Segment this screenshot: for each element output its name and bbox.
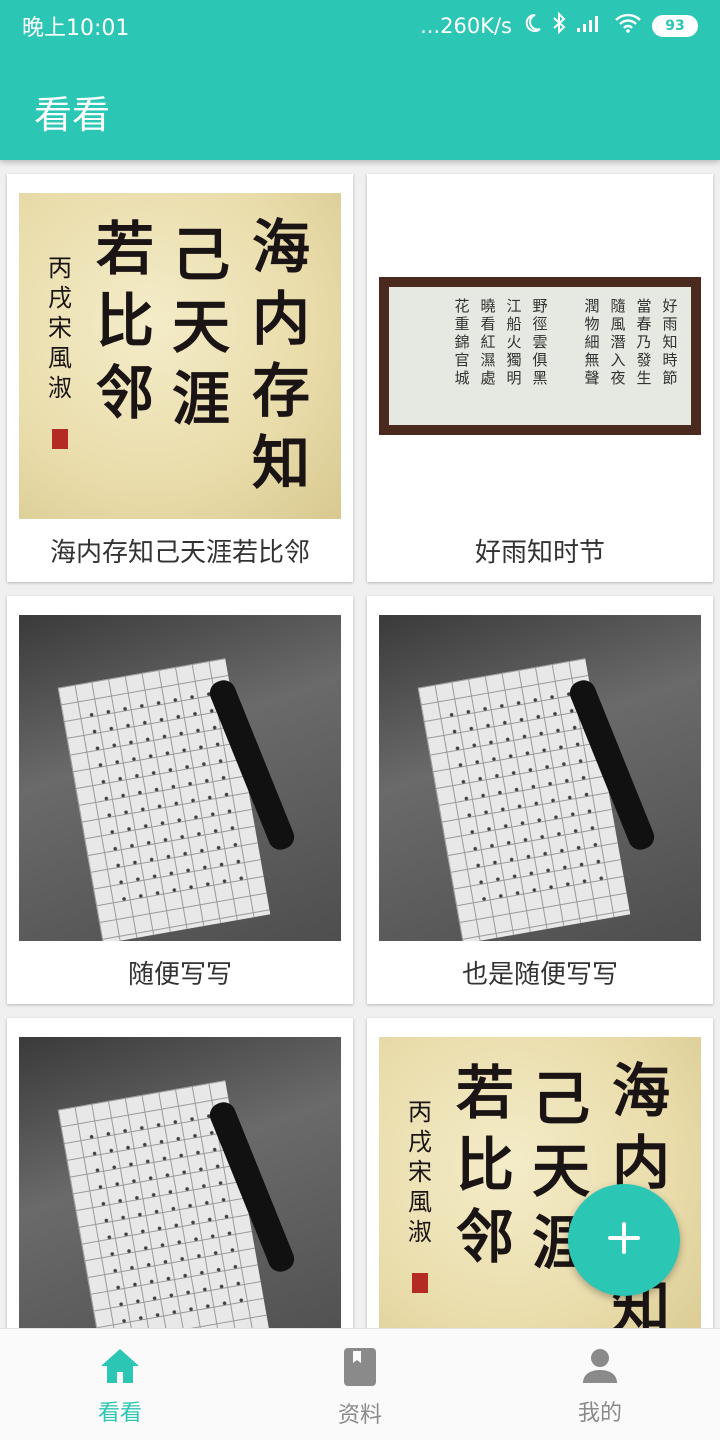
calligraphy-column: 己天涯 <box>171 221 230 433</box>
copybook-photo <box>19 615 341 941</box>
copybook-photo <box>19 1037 341 1328</box>
post-thumbnail[interactable] <box>379 615 701 941</box>
post-caption: 海内存知己天涯若比邻 <box>49 538 310 568</box>
post-caption: 好雨知时节 <box>474 538 605 568</box>
post-thumbnail[interactable] <box>19 615 341 941</box>
post-thumbnail[interactable] <box>19 1037 341 1328</box>
status-time: 晚上10:01 <box>22 16 130 41</box>
book-icon <box>343 1347 377 1391</box>
poem-column: 江船火獨明 <box>506 297 522 387</box>
wifi-icon <box>614 13 642 39</box>
nav-item-profile[interactable]: 我的 <box>480 1329 720 1440</box>
post-thumbnail[interactable]: 好雨知時節 當春乃發生 隨風潛入夜 潤物細無聲 野徑雲俱黑 江船火獨明 曉看紅濕… <box>379 193 701 519</box>
status-icons: ...260K/s 93 <box>420 11 698 40</box>
bluetooth-icon <box>552 11 566 40</box>
nav-label: 资料 <box>337 1403 382 1428</box>
poem-image: 好雨知時節 當春乃發生 隨風潛入夜 潤物細無聲 野徑雲俱黑 江船火獨明 曉看紅濕… <box>379 193 701 519</box>
plus-icon <box>607 1221 641 1259</box>
post-caption: 也是随便写写 <box>461 960 618 990</box>
calligraphy-signature: 丙戌宋風淑 <box>408 1098 432 1246</box>
poem-column: 當春乃發生 <box>636 297 652 387</box>
seal-stamp <box>52 429 68 449</box>
nav-item-home[interactable]: 看看 <box>0 1329 240 1440</box>
network-speed: ...260K/s <box>420 14 512 38</box>
nav-item-materials[interactable]: 资料 <box>240 1329 480 1440</box>
calligraphy-image: 海内存知 己天涯 若比邻 丙戌宋風淑 <box>19 193 341 519</box>
post-card[interactable]: 海内存知 己天涯 若比邻 丙戌宋風淑 海内存知己天涯若比邻 <box>7 174 353 582</box>
poem-column: 潤物細無聲 <box>584 297 600 387</box>
person-icon <box>581 1347 619 1389</box>
poem-column: 好雨知時節 <box>662 297 678 387</box>
home-icon <box>99 1347 141 1389</box>
post-card[interactable]: 好雨知時節 當春乃發生 隨風潛入夜 潤物細無聲 野徑雲俱黑 江船火獨明 曉看紅濕… <box>367 174 713 582</box>
poem-column: 曉看紅濕處 <box>480 297 496 387</box>
calligraphy-column: 若比邻 <box>95 215 154 427</box>
nav-label: 我的 <box>577 1401 622 1426</box>
poem-text-area: 好雨知時節 當春乃發生 隨風潛入夜 潤物細無聲 野徑雲俱黑 江船火獨明 曉看紅濕… <box>389 287 691 425</box>
bottom-nav: 看看 资料 我的 <box>0 1328 720 1440</box>
calligraphy-signature: 丙戌宋風淑 <box>48 254 72 402</box>
post-caption: 随便写写 <box>127 960 232 990</box>
app-bar: 晚上10:01 ...260K/s 93 看看 <box>0 0 720 160</box>
calligraphy-column: 海内存知 <box>251 213 310 497</box>
add-post-button[interactable] <box>568 1184 680 1296</box>
post-card[interactable] <box>7 1018 353 1328</box>
post-card[interactable]: 也是随便写写 <box>367 596 713 1004</box>
moon-icon <box>522 13 542 39</box>
signal-icon <box>576 13 604 39</box>
seal-stamp <box>412 1273 428 1293</box>
battery-indicator: 93 <box>652 15 698 37</box>
status-bar: 晚上10:01 ...260K/s 93 <box>0 0 720 52</box>
card-grid: 海内存知 己天涯 若比邻 丙戌宋風淑 海内存知己天涯若比邻 好雨知時節 當春乃發… <box>0 160 720 1328</box>
nav-label: 看看 <box>97 1401 142 1426</box>
post-thumbnail[interactable]: 海内存知 己天涯 若比邻 丙戌宋風淑 <box>19 193 341 519</box>
poem-column: 隨風潛入夜 <box>610 297 626 387</box>
poem-column: 花重錦官城 <box>454 297 470 387</box>
page-title: 看看 <box>34 93 111 137</box>
calligraphy-column: 若比邻 <box>455 1059 514 1271</box>
copybook-photo <box>379 615 701 941</box>
post-card[interactable]: 随便写写 <box>7 596 353 1004</box>
poem-scroll: 好雨知時節 當春乃發生 隨風潛入夜 潤物細無聲 野徑雲俱黑 江船火獨明 曉看紅濕… <box>379 277 701 435</box>
poem-column: 野徑雲俱黑 <box>532 297 548 387</box>
